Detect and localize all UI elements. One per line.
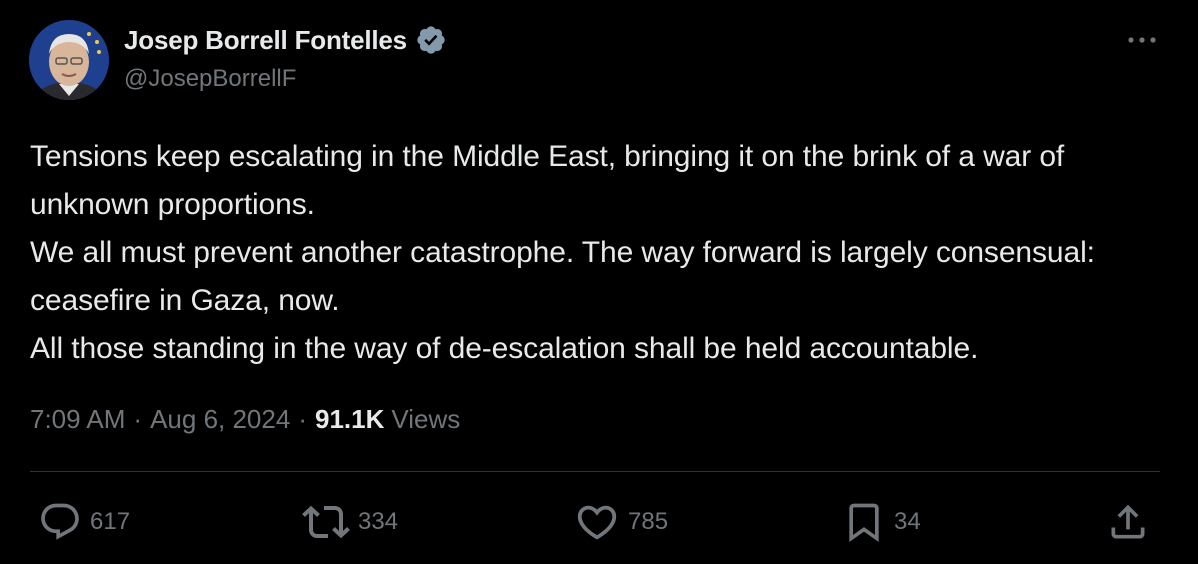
meta-separator: · <box>298 404 307 434</box>
divider <box>30 471 1160 472</box>
reply-count: 617 <box>90 508 131 535</box>
bookmark-button[interactable]: 34 <box>842 498 921 546</box>
repost-count: 334 <box>358 508 399 535</box>
tweet-text-line: We all must prevent another catastrophe.… <box>30 236 1095 317</box>
more-options-icon[interactable] <box>1124 28 1160 52</box>
verified-badge-icon[interactable] <box>415 24 447 56</box>
meta-separator: · <box>133 404 143 434</box>
tweet-date[interactable]: Aug 6, 2024 <box>150 404 290 435</box>
heart-icon <box>577 505 617 540</box>
tweet-text-line: Tensions keep escalating in the Middle E… <box>30 140 1065 221</box>
repost-icon <box>302 505 350 539</box>
share-icon <box>1111 504 1145 539</box>
author-display-name[interactable]: Josep Borrell Fontelles <box>124 25 407 56</box>
avatar-photo <box>29 20 109 100</box>
avatar[interactable] <box>29 20 109 100</box>
bookmark-count: 34 <box>894 508 921 535</box>
tweet-text-line: All those standing in the way of de-esca… <box>30 332 979 365</box>
views-count[interactable]: 91.1K <box>315 404 384 435</box>
repost-button[interactable]: 334 <box>302 498 398 546</box>
tweet-card: Josep Borrell Fontelles @JosepBorrellF T… <box>0 0 1198 564</box>
author-name-row: Josep Borrell Fontelles <box>124 24 447 56</box>
author-handle[interactable]: @JosepBorrellF <box>124 65 296 93</box>
views-label[interactable]: Views <box>391 404 460 435</box>
tweet-text: Tensions keep escalating in the Middle E… <box>30 133 1180 373</box>
like-count: 785 <box>628 508 669 535</box>
share-button[interactable] <box>1106 498 1150 546</box>
bookmark-icon <box>849 503 879 543</box>
action-bar: 617 334 785 34 <box>0 498 1198 546</box>
like-button[interactable]: 785 <box>574 498 668 546</box>
reply-button[interactable]: 617 <box>38 498 130 546</box>
tweet-time[interactable]: 7:09 AM <box>30 404 125 435</box>
reply-icon <box>41 503 79 540</box>
tweet-metadata: 7:09 AM · Aug 6, 2024 · 91.1K Views <box>30 404 460 435</box>
